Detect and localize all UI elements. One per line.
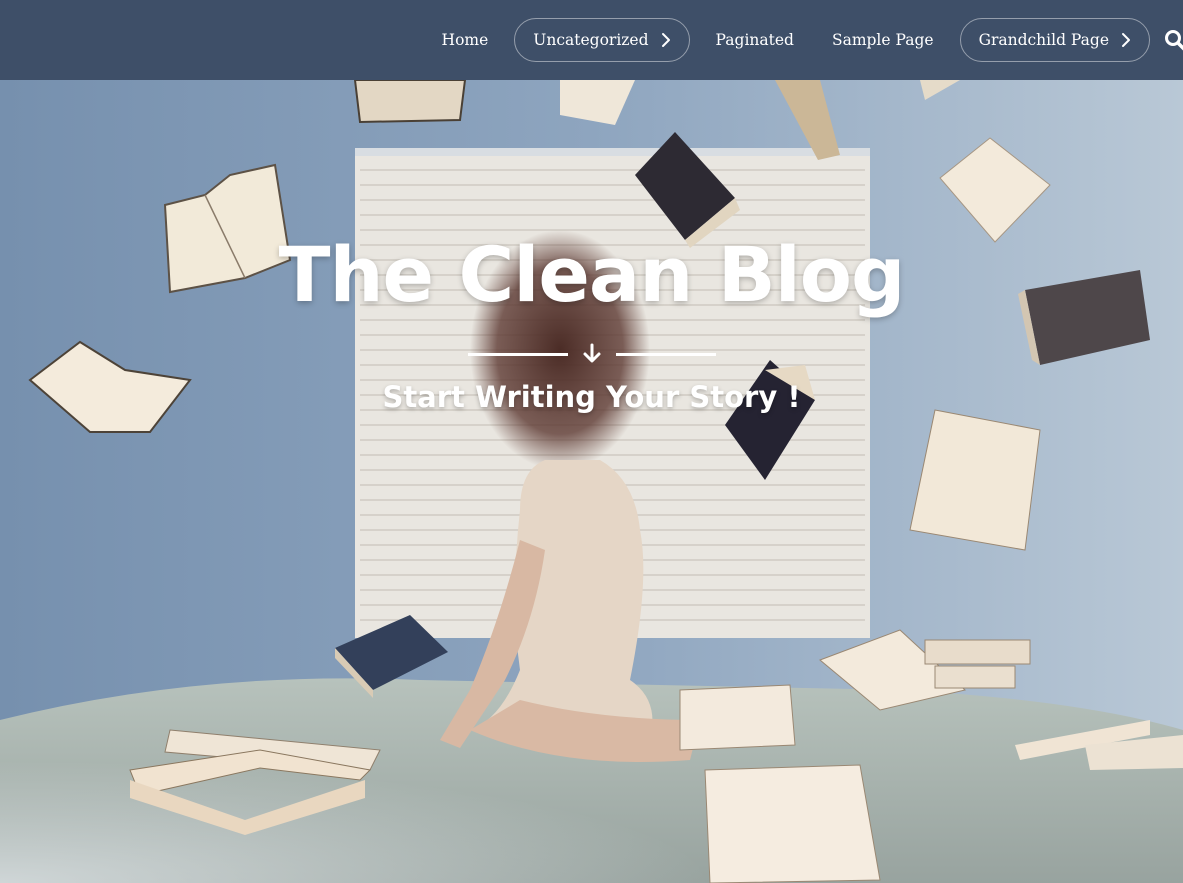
site-title: The Clean Blog	[278, 230, 906, 319]
search-icon[interactable]	[1163, 28, 1183, 52]
nav-item-home[interactable]: Home	[442, 31, 489, 49]
nav-item-paginated[interactable]: Paginated	[716, 31, 794, 49]
chevron-right-icon[interactable]	[657, 31, 675, 49]
arrow-down-icon	[583, 343, 600, 363]
nav-item-uncategorized[interactable]: Uncategorized	[514, 18, 690, 62]
nav-item-sample-page[interactable]: Sample Page	[832, 31, 934, 49]
site-header: Home Uncategorized Paginated Sample Page…	[0, 0, 1183, 80]
nav-item-grandchild-page[interactable]: Grandchild Page	[959, 18, 1150, 62]
chevron-right-icon[interactable]	[1117, 31, 1135, 49]
nav-item-label: Paginated	[715, 31, 794, 49]
nav-item-label: Uncategorized	[533, 31, 649, 49]
primary-menu: Home Uncategorized Paginated Sample Page…	[423, 0, 1183, 80]
divider-line	[615, 352, 716, 356]
nav-item-label: Sample Page	[831, 31, 934, 49]
site-tagline: Start Writing Your Story !	[382, 380, 801, 414]
divider-line	[467, 352, 568, 356]
title-divider	[0, 342, 1183, 366]
nav-item-label: Home	[441, 31, 489, 49]
search-toggle[interactable]	[1157, 28, 1183, 52]
hero-banner: The Clean Blog Start Writing Your Story …	[0, 80, 1183, 883]
nav-item-label: Grandchild Page	[978, 31, 1109, 49]
hero-image	[0, 80, 1183, 883]
